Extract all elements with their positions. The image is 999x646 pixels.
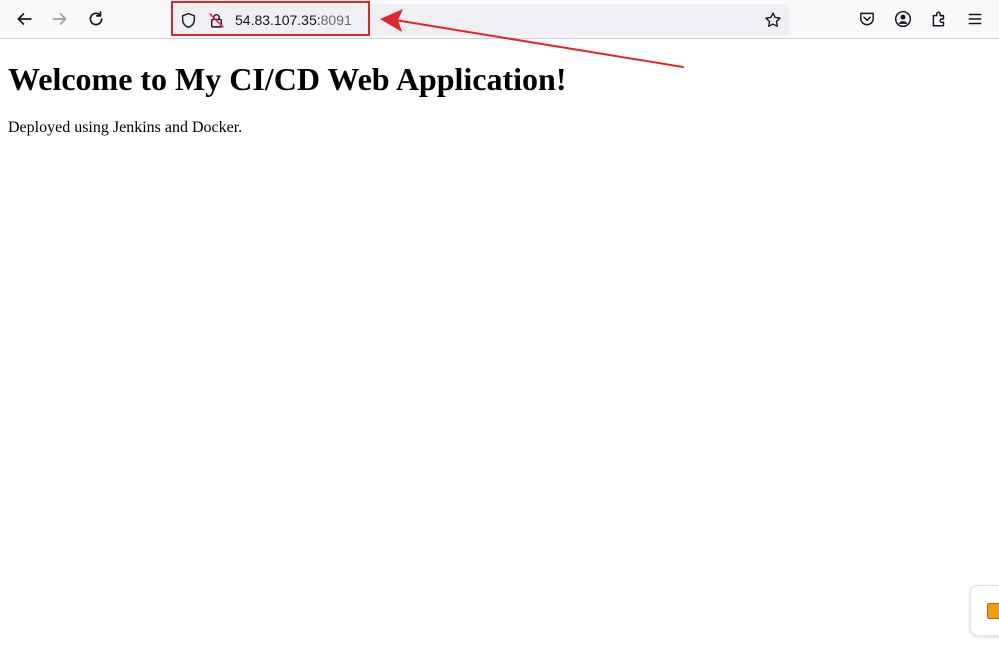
hamburger-menu-icon [968, 13, 982, 25]
floating-widget[interactable] [970, 585, 999, 636]
url-host: 54.83.107.35: [235, 12, 321, 28]
account-button[interactable] [890, 6, 916, 32]
insecure-lock-icon[interactable] [208, 12, 225, 29]
page-heading: Welcome to My CI/CD Web Application! [8, 61, 567, 97]
pocket-button[interactable] [854, 6, 880, 32]
back-button[interactable] [11, 6, 37, 32]
browser-toolbar: 54.83.107.35:8091 [0, 0, 999, 39]
tracking-protection-shield-icon[interactable] [180, 12, 197, 29]
forward-arrow-icon [52, 13, 67, 25]
bookmark-star-icon[interactable] [764, 11, 782, 29]
reload-icon [89, 11, 103, 26]
address-bar[interactable]: 54.83.107.35:8091 [172, 4, 790, 35]
pocket-icon [860, 12, 874, 26]
page-content: Welcome to My CI/CD Web Application! Dep… [8, 40, 991, 137]
account-icon [894, 10, 912, 28]
forward-button[interactable] [47, 6, 73, 32]
url-port: 8091 [320, 12, 352, 28]
menu-button[interactable] [962, 6, 988, 32]
back-arrow-icon [17, 13, 32, 25]
extensions-button[interactable] [926, 6, 952, 32]
page-paragraph: Deployed using Jenkins and Docker. [8, 119, 243, 136]
reload-button[interactable] [83, 6, 109, 32]
extensions-icon [932, 11, 945, 27]
widget-icon [987, 603, 999, 619]
url-text[interactable]: 54.83.107.35:8091 [235, 11, 352, 29]
